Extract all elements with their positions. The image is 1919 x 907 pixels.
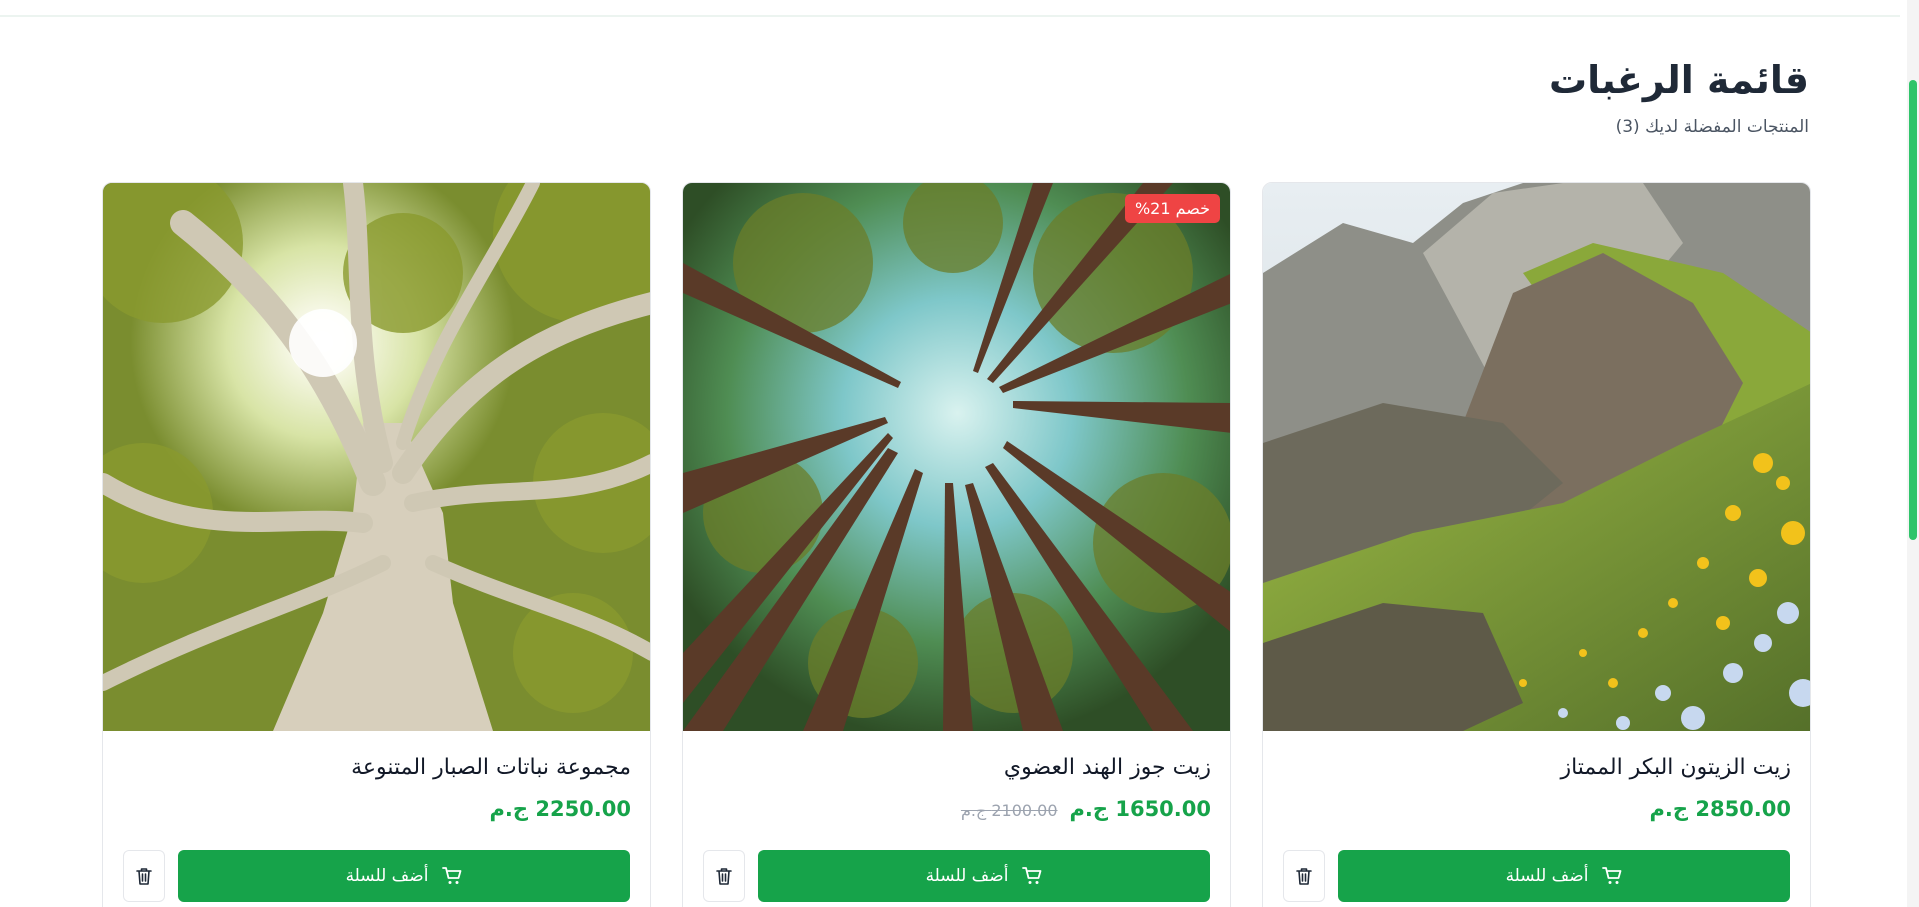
product-price: 2250.00 ج.م: [489, 797, 631, 821]
cart-icon: [1602, 867, 1622, 885]
add-to-cart-button[interactable]: أضف للسلة: [178, 850, 630, 902]
price-row: 1650.00 ج.م 2100.00 ج.م: [702, 797, 1211, 821]
card-actions: أضف للسلة: [703, 850, 1210, 902]
remove-button[interactable]: [123, 850, 165, 902]
add-to-cart-label: أضف للسلة: [345, 866, 429, 886]
product-info: زيت جوز الهند العضوي 1650.00 ج.م 2100.00…: [683, 731, 1230, 821]
price-row: 2850.00 ج.م: [1282, 797, 1791, 821]
page-title: قائمة الرغبات: [1548, 58, 1809, 102]
trash-icon: [1296, 867, 1312, 885]
add-to-cart-button[interactable]: أضف للسلة: [1338, 850, 1790, 902]
product-price: 2850.00 ج.م: [1649, 797, 1791, 821]
forest-canopy-image: [683, 183, 1230, 731]
product-image[interactable]: خصم 21%: [683, 183, 1230, 731]
cart-icon: [1022, 867, 1042, 885]
product-info: مجموعة نباتات الصبار المتنوعة 2250.00 ج.…: [103, 731, 650, 821]
price-row: 2250.00 ج.م: [122, 797, 631, 821]
page-subtitle: المنتجات المفضلة لديك (3): [1615, 117, 1809, 137]
add-to-cart-label: أضف للسلة: [1505, 866, 1589, 886]
product-card: مجموعة نباتات الصبار المتنوعة 2250.00 ج.…: [102, 182, 651, 907]
remove-button[interactable]: [1283, 850, 1325, 902]
scrollbar[interactable]: [1907, 0, 1919, 907]
product-name[interactable]: زيت جوز الهند العضوي: [702, 753, 1211, 783]
add-to-cart-label: أضف للسلة: [925, 866, 1009, 886]
big-tree-image: [103, 183, 650, 731]
original-price: 2100.00 ج.م: [960, 801, 1058, 820]
product-name[interactable]: زيت الزيتون البكر الممتاز: [1282, 753, 1791, 783]
card-actions: أضف للسلة: [1283, 850, 1790, 902]
card-actions: أضف للسلة: [123, 850, 630, 902]
top-navbar-edge: [0, 0, 1900, 17]
trash-icon: [136, 867, 152, 885]
wishlist-header: قائمة الرغبات المنتجات المفضلة لديك (3): [1209, 55, 1809, 137]
product-card: خصم 21% زيت جوز الهند العضوي 1650.00 ج.م…: [682, 182, 1231, 907]
product-image[interactable]: [1263, 183, 1810, 731]
wishlist-grid: زيت الزيتون البكر الممتاز 2850.00 ج.م أض…: [100, 182, 1811, 907]
trash-icon: [716, 867, 732, 885]
product-card: زيت الزيتون البكر الممتاز 2850.00 ج.م أض…: [1262, 182, 1811, 907]
discount-badge: خصم 21%: [1124, 194, 1220, 223]
cart-icon: [442, 867, 462, 885]
add-to-cart-button[interactable]: أضف للسلة: [758, 850, 1210, 902]
product-info: زيت الزيتون البكر الممتاز 2850.00 ج.م: [1263, 731, 1810, 821]
remove-button[interactable]: [703, 850, 745, 902]
product-name[interactable]: مجموعة نباتات الصبار المتنوعة: [122, 753, 631, 783]
product-image[interactable]: [103, 183, 650, 731]
scrollbar-thumb[interactable]: [1909, 80, 1917, 540]
mountain-meadow-image: [1263, 183, 1810, 731]
product-price: 1650.00 ج.م: [1069, 797, 1211, 821]
